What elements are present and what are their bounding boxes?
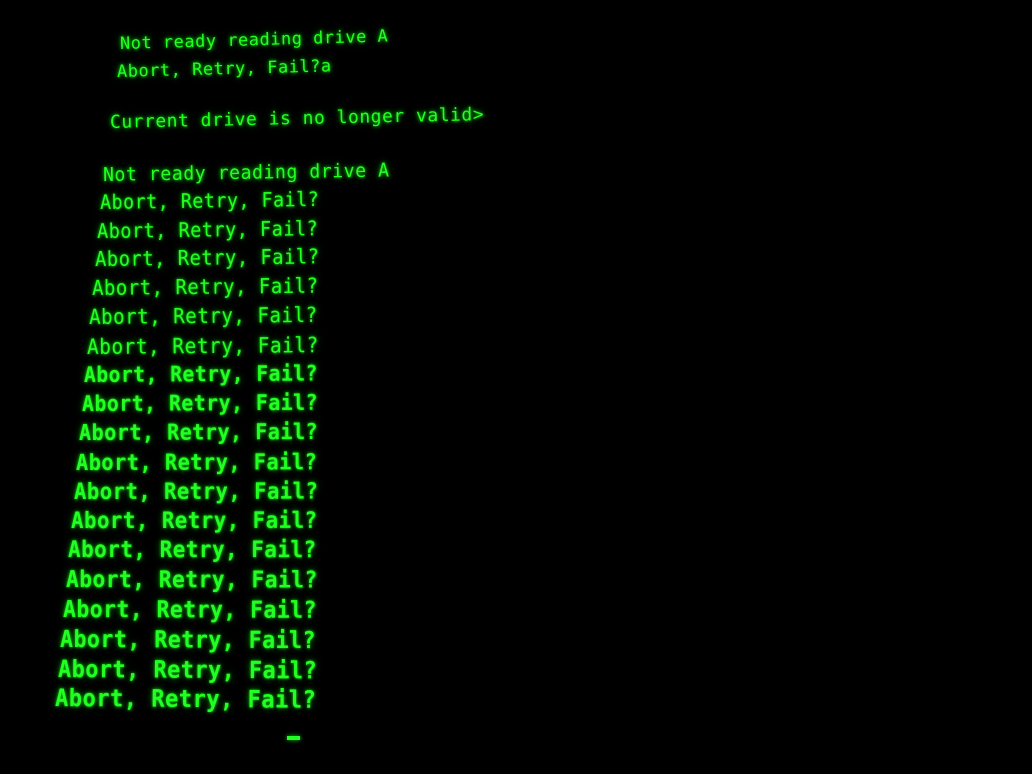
prompt-line-abort-retry-fail: Abort, Retry, Fail? <box>97 215 319 243</box>
prompt-line-abort-retry-fail: Abort, Retry, Fail? <box>91 273 319 300</box>
text-cursor[interactable] <box>287 736 300 740</box>
prompt-line-abort-retry-fail: Abort, Retry, Fail? <box>78 419 318 446</box>
prompt-line-abort-retry-fail: Abort, Retry, Fail? <box>70 507 318 534</box>
prompt-line-abort-retry-fail: Abort, Retry, Fail? <box>54 684 317 715</box>
prompt-line-abort-retry-fail: Abort, Retry, Fail? <box>86 331 319 359</box>
error-line-drive-invalid: Current drive is no longer valid> <box>109 104 485 133</box>
error-line-not-ready-2: Not ready reading drive A <box>102 159 390 186</box>
error-line-not-ready-1: Not ready reading drive A <box>119 26 389 54</box>
prompt-line-abort-retry-fail-answered: Abort, Retry, Fail?a <box>116 56 332 82</box>
prompt-line-abort-retry-fail: Abort, Retry, Fail? <box>81 390 318 417</box>
prompt-line-abort-retry-fail: Abort, Retry, Fail? <box>62 595 317 624</box>
terminal-output: Not ready reading drive A Abort, Retry, … <box>0 0 1032 774</box>
prompt-line-abort-retry-fail: Abort, Retry, Fail? <box>57 654 317 685</box>
prompt-line-abort-retry-fail: Abort, Retry, Fail? <box>65 566 318 594</box>
prompt-line-abort-retry-fail: Abort, Retry, Fail? <box>94 244 320 272</box>
prompt-line-abort-retry-fail: Abort, Retry, Fail? <box>76 448 318 476</box>
prompt-line-abort-retry-fail: Abort, Retry, Fail? <box>89 302 319 329</box>
crt-screen: Not ready reading drive A Abort, Retry, … <box>0 0 1032 774</box>
prompt-line-abort-retry-fail: Abort, Retry, Fail? <box>60 625 317 655</box>
prompt-line-abort-retry-fail: Abort, Retry, Fail? <box>99 186 320 214</box>
prompt-line-abort-retry-fail: Abort, Retry, Fail? <box>68 537 317 564</box>
prompt-line-abort-retry-fail: Abort, Retry, Fail? <box>84 361 319 388</box>
prompt-line-abort-retry-fail: Abort, Retry, Fail? <box>73 478 318 505</box>
